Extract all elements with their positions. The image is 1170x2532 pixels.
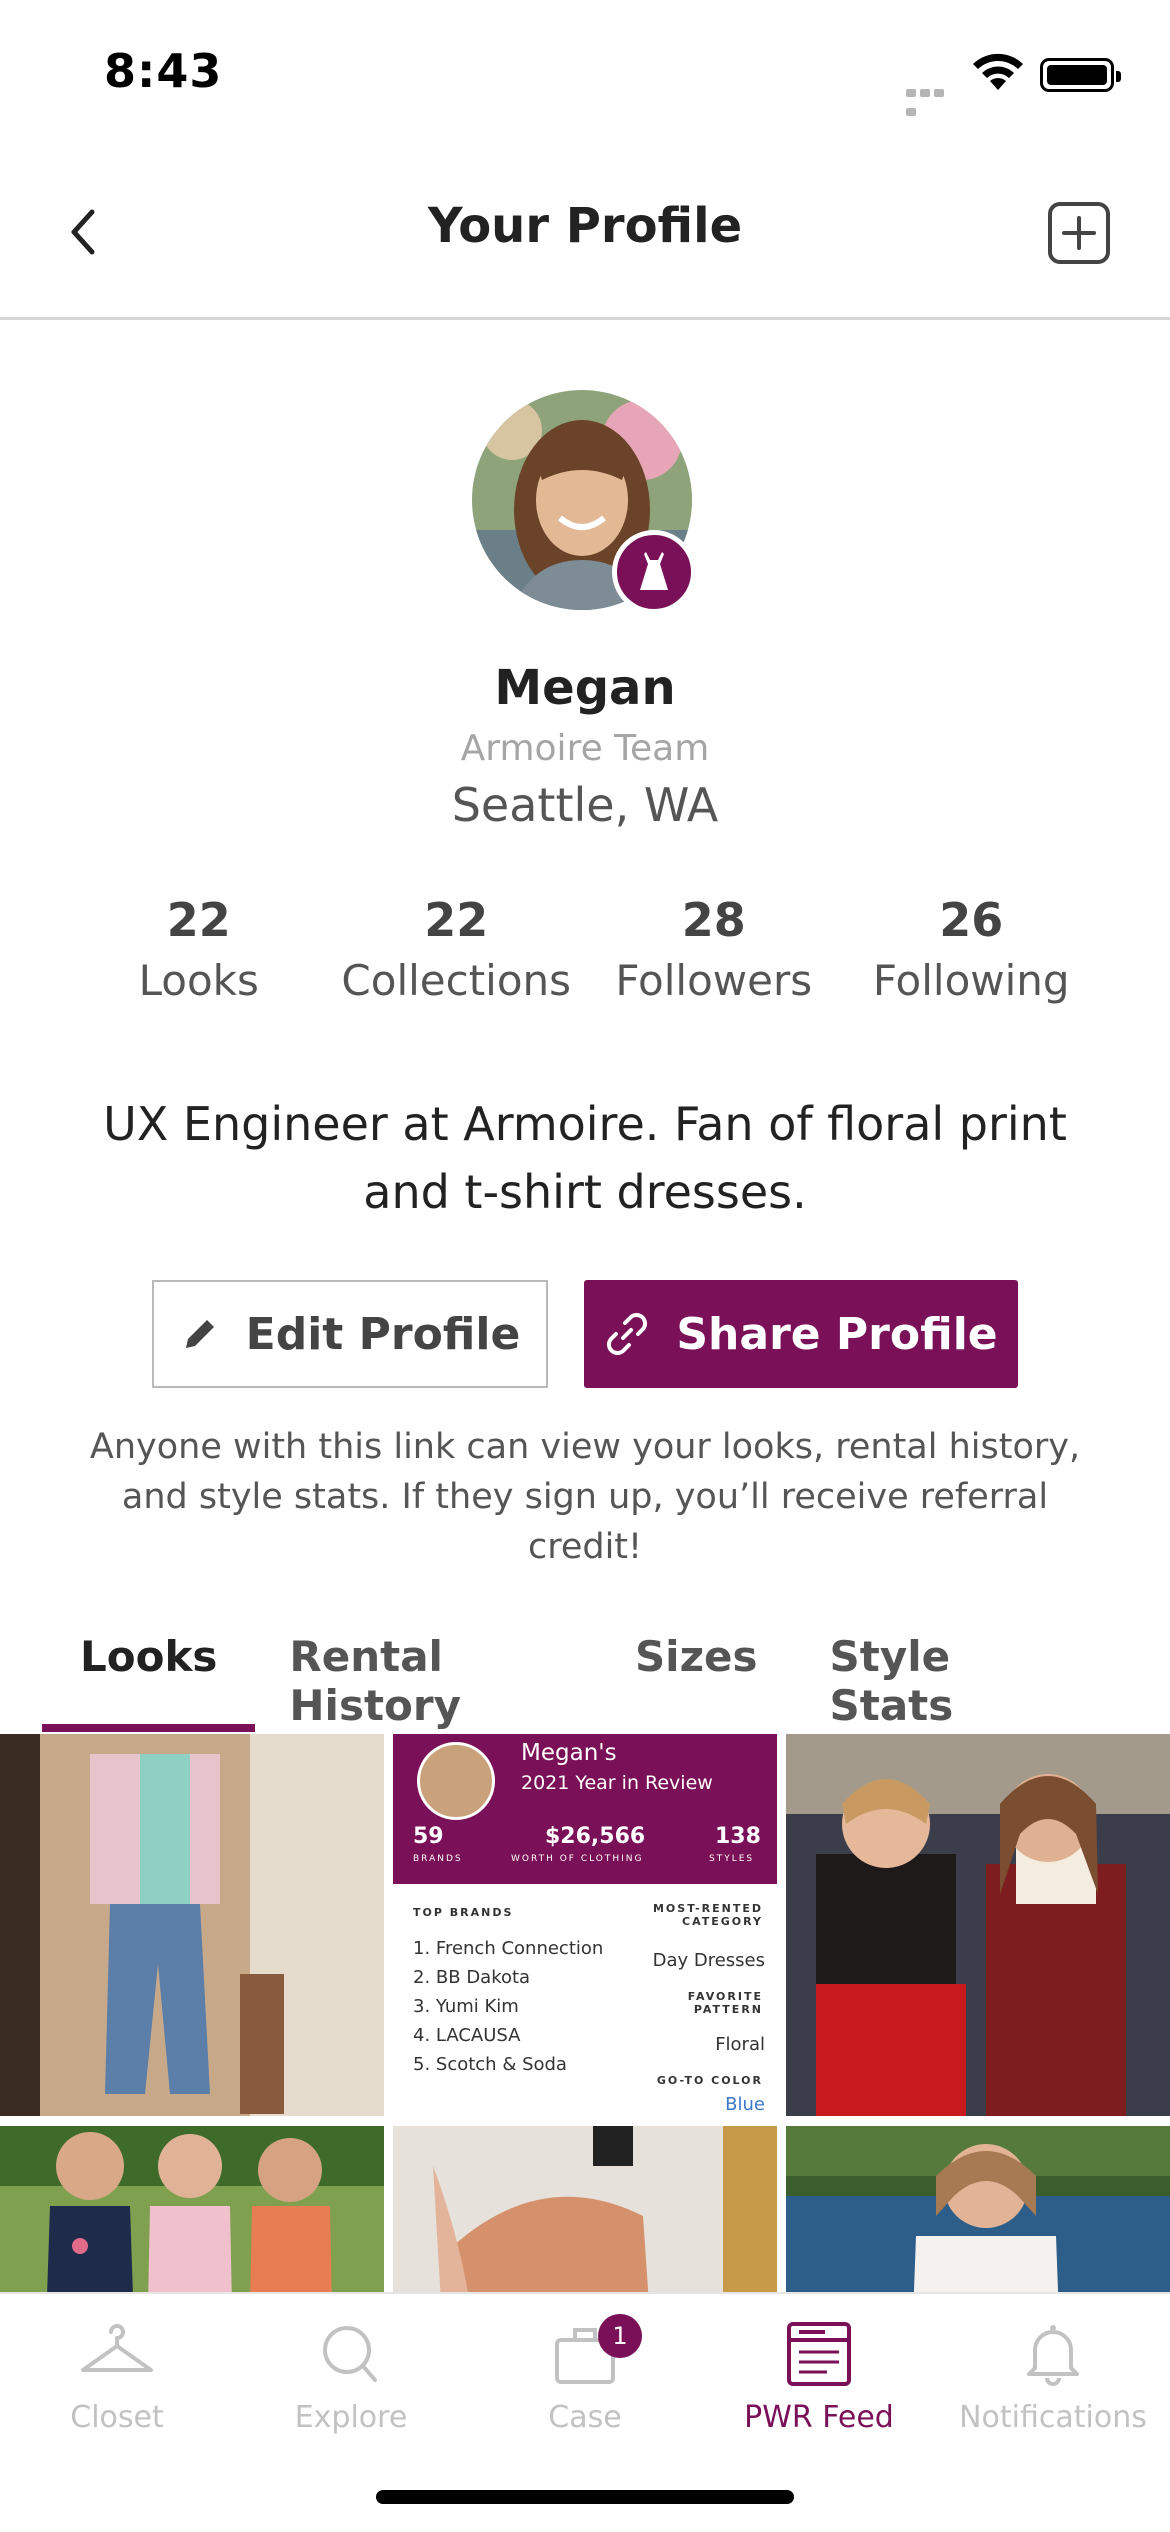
add-square-icon[interactable]: [1046, 200, 1112, 266]
year-review-name: Megan's: [521, 1740, 617, 1766]
tab-bar-case[interactable]: 1 Case: [468, 2294, 702, 2444]
year-review-header: Megan's 2021 Year in Review 59 BRANDS $2…: [393, 1734, 777, 1884]
stat-value: 22: [424, 893, 489, 947]
stat-value: 28: [681, 893, 746, 947]
stat-label: Looks: [138, 956, 259, 1005]
pencil-icon: [185, 1320, 214, 1348]
stat-label: Collections: [341, 956, 572, 1005]
look-tile[interactable]: [0, 2126, 384, 2294]
tab-style-stats[interactable]: Style Stats: [830, 1620, 1038, 1732]
stat-label: Following: [872, 956, 1070, 1005]
hanger-icon: [81, 2324, 153, 2372]
stat-collections[interactable]: 22 Collections: [328, 890, 586, 1012]
profile-stats: 22 Looks 22 Collections 28 Followers 26 …: [70, 890, 1100, 1012]
stat-followers[interactable]: 28 Followers: [585, 890, 843, 1012]
brand-item: 4. LACAUSA: [413, 2025, 521, 2046]
year-review-color-label: GO-TO COLOR: [656, 2074, 763, 2087]
armoire-dress-badge-icon: [612, 530, 696, 614]
year-in-review-tile[interactable]: Megan's 2021 Year in Review 59 BRANDS $2…: [393, 1734, 777, 2116]
status-bar: 8:43: [0, 0, 1170, 140]
tab-bar-notifications[interactable]: Notifications: [936, 2294, 1170, 2444]
year-review-top-brands: 1. French Connection 2. BB Dakota 3. Yum…: [413, 1934, 603, 2079]
page-title: Your Profile: [427, 198, 743, 254]
tab-bar-explore[interactable]: Explore: [234, 2294, 468, 2444]
search-icon: [323, 2326, 377, 2382]
brand-item: 3. Yumi Kim: [413, 1996, 519, 2017]
tab-rental-history[interactable]: Rental History: [289, 1620, 563, 1732]
look-tile[interactable]: [393, 2126, 777, 2294]
year-review-category-label: MOST-RENTED CATEGORY: [652, 1902, 763, 1928]
look-tile[interactable]: [0, 1734, 384, 2116]
profile-avatar[interactable]: [472, 390, 698, 616]
year-review-pattern-label: FAVORITE PATTERN: [687, 1990, 763, 2016]
edit-profile-button[interactable]: Edit Profile: [152, 1280, 548, 1388]
status-time: 8:43: [104, 44, 223, 98]
look-photo: [786, 2126, 1170, 2294]
tab-bar-label: Closet: [70, 2400, 164, 2435]
year-review-subtitle: 2021 Year in Review: [521, 1772, 713, 1794]
stat-value: 22: [166, 893, 231, 947]
battery-icon: [1040, 58, 1121, 92]
home-indicator[interactable]: [376, 2490, 794, 2504]
tab-bar-label: PWR Feed: [744, 2400, 894, 2435]
year-review-brands-count: 59: [413, 1824, 444, 1849]
profile-tabs: Looks Rental History Sizes Style Stats: [41, 1620, 1110, 1732]
tab-sizes[interactable]: Sizes: [635, 1620, 758, 1732]
year-review-color: Blue: [725, 2094, 765, 2115]
tab-bar-label: Notifications: [959, 2400, 1147, 2435]
look-photo: [393, 2126, 777, 2294]
bell-icon: [1027, 2325, 1079, 2386]
brand-item: 1. French Connection: [413, 1938, 604, 1959]
stat-looks[interactable]: 22 Looks: [70, 890, 328, 1012]
brand-item: 5. Scotch & Soda: [413, 2054, 567, 2075]
year-review-brands-label: BRANDS: [413, 1854, 463, 1864]
year-review-worth-label: WORTH OF CLOTHING: [511, 1854, 644, 1864]
profile-bio: UX Engineer at Armoire. Fan of floral pr…: [103, 1097, 1067, 1219]
look-tile[interactable]: [786, 1734, 1170, 2116]
stat-label: Followers: [615, 956, 813, 1005]
look-photo: [0, 2126, 384, 2294]
stat-value: 26: [939, 893, 1004, 947]
year-review-category: Day Dresses: [652, 1950, 765, 1971]
tab-bar-label: Explore: [294, 2400, 408, 2435]
year-review-worth: $26,566: [545, 1824, 646, 1849]
wifi-icon: [973, 53, 1023, 90]
tab-bar-label: Case: [548, 2400, 622, 2435]
share-note: Anyone with this link can view your look…: [89, 1427, 1081, 1567]
cellular-signal-icon: [906, 82, 960, 116]
case-count-badge: 1: [598, 2314, 642, 2358]
tab-bar-closet[interactable]: Closet: [0, 2294, 234, 2444]
year-review-avatar: [417, 1742, 495, 1820]
share-profile-label: Share Profile: [676, 1308, 998, 1360]
year-review-styles-label: STYLES: [709, 1854, 755, 1864]
feed-icon: [787, 2322, 851, 2386]
profile-team: Armoire Team: [460, 728, 710, 769]
look-photo: [0, 1734, 384, 2116]
year-review-pattern: Floral: [715, 2034, 765, 2055]
look-tile[interactable]: [786, 2126, 1170, 2294]
nav-header: Your Profile: [0, 160, 1170, 320]
profile-location: Seattle, WA: [451, 778, 719, 832]
edit-profile-label: Edit Profile: [245, 1308, 521, 1360]
looks-grid: Megan's 2021 Year in Review 59 BRANDS $2…: [0, 1734, 1170, 2294]
tab-bar-pwr-feed[interactable]: PWR Feed: [702, 2294, 936, 2444]
look-photo: [786, 1734, 1170, 2116]
brand-item: 2. BB Dakota: [413, 1967, 531, 1988]
year-review-styles-count: 138: [715, 1824, 761, 1849]
stat-following[interactable]: 26 Following: [843, 890, 1101, 1012]
profile-name: Megan: [494, 660, 676, 716]
link-icon: [607, 1313, 648, 1355]
share-profile-button[interactable]: Share Profile: [584, 1280, 1018, 1388]
tab-looks[interactable]: Looks: [41, 1620, 256, 1732]
year-review-top-brands-label: TOP BRANDS: [413, 1906, 514, 1919]
